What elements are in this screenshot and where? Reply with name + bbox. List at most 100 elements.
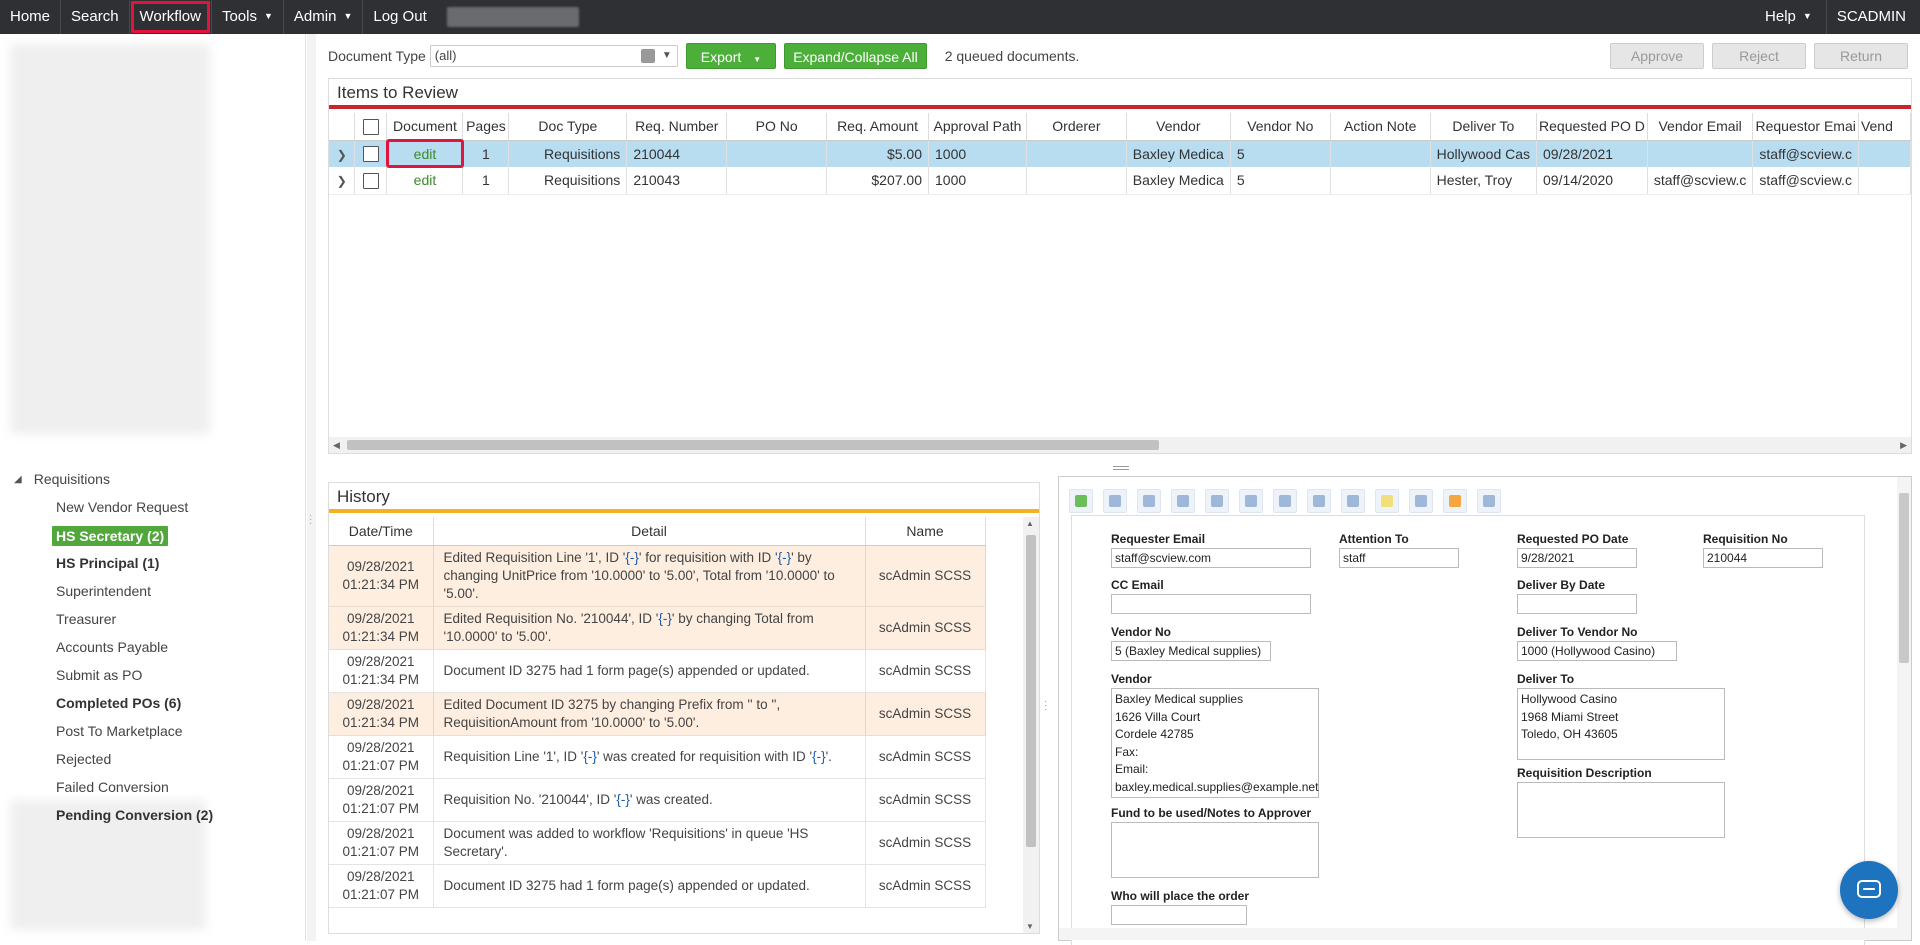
sidebar-item-superintendent[interactable]: Superintendent (56, 583, 151, 599)
chat-button[interactable] (1840, 861, 1898, 919)
column-header[interactable]: Vendor No (1230, 113, 1331, 141)
column-header[interactable]: Doc Type (508, 113, 628, 141)
nav-admin[interactable]: Admin ▼ (284, 0, 362, 34)
scroll-left-icon[interactable]: ◀ (333, 437, 340, 453)
deliver-by-date-field[interactable] (1517, 594, 1637, 614)
history-row[interactable]: 09/28/2021 01:21:34 PM Edited Document ID … (329, 692, 986, 736)
scroll-right-icon[interactable]: ▶ (1900, 437, 1907, 453)
column-header[interactable]: Vend (1858, 113, 1912, 141)
edit-link[interactable]: edit (414, 146, 437, 162)
sidebar-splitter[interactable]: · · · (307, 34, 316, 941)
history-row[interactable]: 09/28/2021 01:21:34 PM Edited Requisition … (329, 606, 986, 650)
stamp-icon[interactable] (1409, 489, 1433, 513)
history-row[interactable]: 09/28/2021 01:21:07 PM Requisition Line '1… (329, 735, 986, 779)
fit-icon[interactable] (1205, 489, 1229, 513)
scrollbar-thumb[interactable] (347, 440, 1159, 450)
column-header[interactable]: Requested PO D (1536, 113, 1648, 141)
viewer-horizontal-scrollbar[interactable] (1059, 928, 1897, 940)
edit-link[interactable]: edit (414, 172, 437, 188)
column-header[interactable]: Deliver To (1430, 113, 1538, 141)
column-header[interactable]: PO No (726, 113, 828, 141)
sidebar-item-failed-conversion[interactable]: Failed Conversion (56, 779, 169, 795)
row-checkbox[interactable] (362, 172, 379, 189)
id-placeholder-link[interactable]: {-} (583, 749, 597, 764)
sidebar-item-completed-pos[interactable]: Completed POs (6) (56, 695, 181, 711)
text-icon[interactable] (1341, 489, 1365, 513)
column-header[interactable]: Document (386, 113, 464, 141)
return-button[interactable]: Return (1814, 43, 1908, 69)
column-header[interactable]: Pages (462, 113, 510, 141)
edit-cell[interactable]: edit (385, 139, 464, 168)
id-placeholder-link[interactable]: {-} (812, 749, 826, 764)
scroll-up-icon[interactable]: ▲ (1026, 519, 1034, 528)
scroll-down-icon[interactable]: ▼ (1026, 922, 1034, 931)
sidebar-item-hs-principal[interactable]: HS Principal (1) (56, 555, 159, 571)
nav-user[interactable]: SCADMIN (1827, 0, 1920, 34)
row-select[interactable] (354, 167, 388, 195)
nav-logout[interactable]: Log Out (363, 0, 436, 34)
nav-home[interactable]: Home (0, 0, 60, 34)
history-row[interactable]: 09/28/2021 01:21:34 PM Edited Requisition … (329, 545, 986, 607)
column-header[interactable]: Requestor Emai (1752, 113, 1859, 141)
column-header[interactable]: Name (865, 517, 986, 546)
column-header[interactable]: Approval Path (928, 113, 1027, 141)
column-header[interactable]: Action Note (1330, 113, 1431, 141)
edit-cell[interactable]: edit (386, 167, 464, 195)
history-row[interactable]: 09/28/2021 01:21:07 PM Requisition No. '21… (329, 778, 986, 822)
nav-search[interactable]: Search (61, 0, 129, 34)
column-header[interactable]: Detail (433, 517, 866, 546)
reject-button[interactable]: Reject (1712, 43, 1806, 69)
approve-button[interactable]: Approve (1610, 43, 1704, 69)
row-expander[interactable]: ❯ (329, 167, 356, 195)
expand-collapse-button[interactable]: Expand/Collapse All (784, 43, 927, 69)
rotate-right-icon[interactable] (1273, 489, 1297, 513)
vendor-no-field[interactable]: 5 (Baxley Medical supplies) (1111, 641, 1271, 661)
history-row[interactable]: 09/28/2021 01:21:07 PM Document ID 3275 ha… (329, 864, 986, 908)
requisition-description-field[interactable] (1517, 782, 1725, 838)
scrollbar-thumb[interactable] (1899, 493, 1909, 663)
sidebar-item-hs-secretary[interactable]: HS Secretary (2) (52, 526, 169, 546)
history-vertical-scrollbar[interactable]: ▲ ▼ (1023, 517, 1039, 933)
note-icon[interactable] (1375, 489, 1399, 513)
fund-notes-field[interactable] (1111, 822, 1319, 878)
attention-to-field[interactable]: staff (1339, 548, 1459, 568)
zoom-out-icon[interactable] (1171, 489, 1195, 513)
id-placeholder-link[interactable]: {-} (625, 550, 639, 565)
table-row[interactable]: ❯ edit 1 Requisitions 210043 $207.00 100… (329, 167, 1912, 195)
history-row[interactable]: 09/28/2021 01:21:34 PM Document ID 3275 ha… (329, 649, 986, 693)
requester-email-field[interactable]: staff@scview.com (1111, 548, 1311, 568)
table-row[interactable]: ❯ edit 1 Requisitions 210044 $5.00 1000 … (329, 139, 1912, 168)
row-expander[interactable]: ❯ (329, 140, 356, 167)
items-horizontal-scrollbar[interactable]: ◀ ▶ (329, 437, 1911, 453)
add-page-icon[interactable] (1069, 489, 1093, 513)
rotate-left-icon[interactable] (1239, 489, 1263, 513)
requested-po-date-field[interactable]: 9/28/2021 (1517, 548, 1637, 568)
document-type-select[interactable]: (all) ▼ (429, 45, 678, 67)
who-places-order-field[interactable] (1111, 905, 1247, 925)
history-viewer-splitter[interactable]: · · · (1040, 482, 1056, 934)
deliver-to-vendor-no-field[interactable]: 1000 (Hollywood Casino) (1517, 641, 1677, 661)
history-row[interactable]: 09/28/2021 01:21:07 PM Document was added … (329, 821, 986, 865)
highlight-icon[interactable] (1443, 489, 1467, 513)
select-all-header[interactable] (354, 113, 388, 141)
column-header[interactable]: Date/Time (329, 517, 434, 546)
nav-tools[interactable]: Tools ▼ (212, 0, 283, 34)
column-header[interactable]: Vendor Email (1647, 113, 1754, 141)
id-placeholder-link[interactable]: {-} (778, 550, 792, 565)
id-placeholder-link[interactable]: {-} (658, 611, 672, 626)
sidebar-item-new-vendor-request[interactable]: New Vendor Request (56, 499, 188, 515)
select-all-checkbox[interactable] (362, 118, 379, 135)
cc-email-field[interactable] (1111, 594, 1311, 614)
sidebar-item-rejected[interactable]: Rejected (56, 751, 111, 767)
scrollbar-thumb[interactable] (1026, 535, 1036, 847)
sidebar-item-post-to-marketplace[interactable]: Post To Marketplace (56, 723, 183, 739)
column-header[interactable]: Req. Amount (826, 113, 929, 141)
export-button[interactable]: Export ▼ (685, 43, 777, 69)
column-header[interactable]: Orderer (1026, 113, 1127, 141)
nav-workflow[interactable]: Workflow (130, 0, 211, 34)
zoom-in-icon[interactable] (1137, 489, 1161, 513)
sidebar-item-submit-as-po[interactable]: Submit as PO (56, 667, 142, 683)
print-icon[interactable] (1103, 489, 1127, 513)
edit-form-icon[interactable] (1477, 489, 1501, 513)
sidebar-item-pending-conversion[interactable]: Pending Conversion (2) (56, 807, 213, 823)
